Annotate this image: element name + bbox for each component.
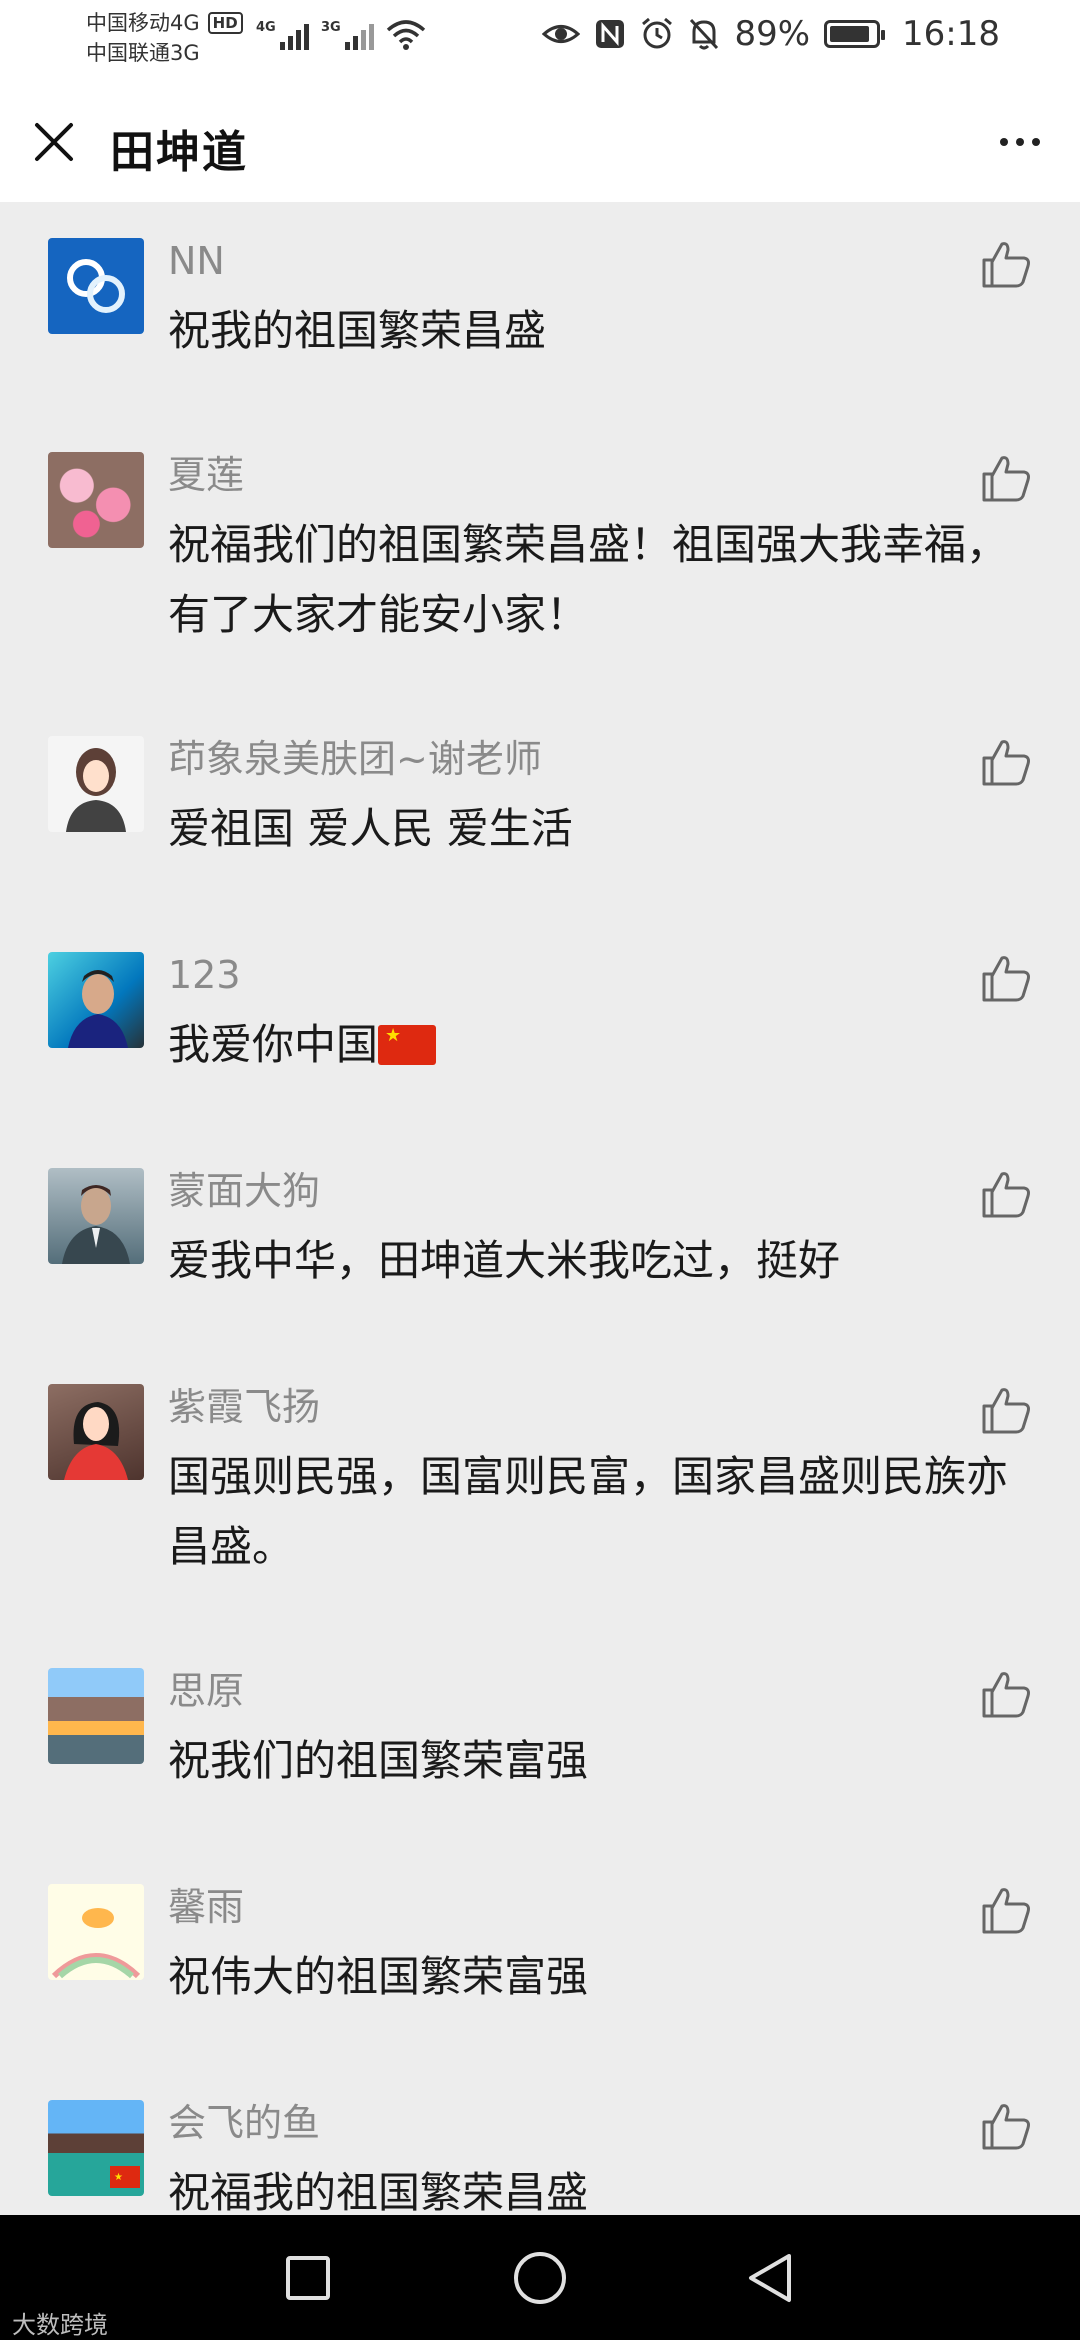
- comment-nickname[interactable]: 夏莲: [168, 452, 244, 498]
- nfc-icon: [596, 20, 625, 48]
- wifi-icon: [386, 20, 426, 50]
- like-icon[interactable]: [980, 952, 1032, 1004]
- triangle-back-icon: [749, 2253, 791, 2302]
- comment-nickname[interactable]: 思原: [168, 1668, 244, 1714]
- status-right: 89% 16:18: [542, 14, 1000, 54]
- like-icon[interactable]: [980, 452, 1032, 504]
- eye-comfort-icon: [542, 25, 581, 43]
- battery-icon: [824, 20, 886, 48]
- battery-level: [830, 26, 870, 42]
- avatar[interactable]: [48, 452, 144, 548]
- navigation-bar: [0, 2215, 1080, 2340]
- avatar[interactable]: [48, 952, 144, 1048]
- more-button[interactable]: [990, 118, 1050, 166]
- status-bar: 中国移动4G HD 中国联通3G 4G 3G 89% 16:18: [0, 0, 1080, 80]
- signal-3g-icon: 3G: [321, 20, 374, 50]
- comment-text: 祝伟大的祖国繁荣富强: [168, 1952, 589, 2001]
- back-button[interactable]: [710, 2215, 830, 2340]
- like-icon[interactable]: [980, 238, 1032, 290]
- like-icon[interactable]: [980, 1668, 1032, 1720]
- china-flag-icon: [378, 1025, 437, 1065]
- comment-text: 祝我的祖国繁荣昌盛: [168, 306, 547, 355]
- mute-bell-icon: [690, 18, 719, 50]
- comment-text: 祝福我们的祖国繁荣昌盛！祖国强大我幸福，有了大家才能安小家！: [168, 520, 1009, 639]
- comment-nickname[interactable]: 123: [168, 952, 241, 998]
- comment-nickname[interactable]: 茚象泉美肤团~谢老师: [168, 736, 542, 782]
- svg-text:★: ★: [114, 2172, 123, 2183]
- like-icon[interactable]: [980, 736, 1032, 788]
- comment-text: 祝福我的祖国繁荣昌盛: [168, 2168, 589, 2215]
- comment-list[interactable]: NN 祝我的祖国繁荣昌盛 夏莲 祝福我们的祖国繁荣昌盛！祖国强大我幸福，有了大家…: [0, 202, 1080, 2215]
- hd-badge: HD: [207, 12, 243, 34]
- comment-text: 我爱你中国: [168, 1010, 1028, 1080]
- avatar[interactable]: [48, 1384, 144, 1480]
- like-icon[interactable]: [980, 1168, 1032, 1220]
- like-icon[interactable]: [980, 1884, 1032, 1936]
- signal-4g-icon: 4G: [256, 20, 309, 50]
- clock: 16:18: [902, 14, 1000, 54]
- battery-percent: 89%: [734, 14, 811, 54]
- page-title: 田坤道: [110, 127, 248, 178]
- recents-button[interactable]: [248, 2215, 368, 2340]
- avatar[interactable]: [48, 1668, 144, 1764]
- watermark: 大数跨境: [12, 2305, 108, 2340]
- avatar[interactable]: [48, 1884, 144, 1980]
- signal-indicators: 4G 3G: [256, 18, 426, 50]
- circle-icon: [514, 2251, 566, 2304]
- comment-text: 国强则民强，国富则民富，国家昌盛则民族亦昌盛。: [168, 1452, 1009, 1571]
- comment-text: 爱我中华，田坤道大米我吃过，挺好: [168, 1236, 841, 1285]
- avatar[interactable]: [48, 1168, 144, 1264]
- square-icon: [286, 2255, 330, 2300]
- like-icon[interactable]: [980, 2100, 1032, 2152]
- carrier-1: 中国移动4G: [86, 11, 200, 35]
- avatar[interactable]: [48, 238, 144, 334]
- close-icon: [35, 123, 73, 161]
- home-button[interactable]: [480, 2215, 600, 2340]
- comment-nickname[interactable]: 紫霞飞扬: [168, 1384, 320, 1430]
- comment-nickname[interactable]: NN: [168, 238, 225, 284]
- comment-nickname[interactable]: 馨雨: [168, 1884, 244, 1930]
- comment-text: 爱祖国 爱人民 爱生活: [168, 804, 573, 853]
- carrier-2: 中国联通3G: [86, 41, 200, 65]
- watermark-text: 大数跨境: [12, 2311, 108, 2339]
- avatar[interactable]: ★: [48, 2100, 144, 2196]
- more-icon: [1000, 138, 1008, 146]
- alarm-icon: [642, 17, 673, 49]
- comment-text: 祝我们的祖国繁荣富强: [168, 1736, 589, 1785]
- like-icon[interactable]: [980, 1384, 1032, 1436]
- title-bar: 田坤道: [0, 80, 1080, 202]
- comment-nickname[interactable]: 会飞的鱼: [168, 2100, 320, 2146]
- avatar[interactable]: [48, 736, 144, 832]
- close-button[interactable]: [30, 118, 78, 166]
- comment-nickname[interactable]: 蒙面大狗: [168, 1168, 320, 1214]
- carrier-info: 中国移动4G HD 中国联通3G: [86, 8, 243, 68]
